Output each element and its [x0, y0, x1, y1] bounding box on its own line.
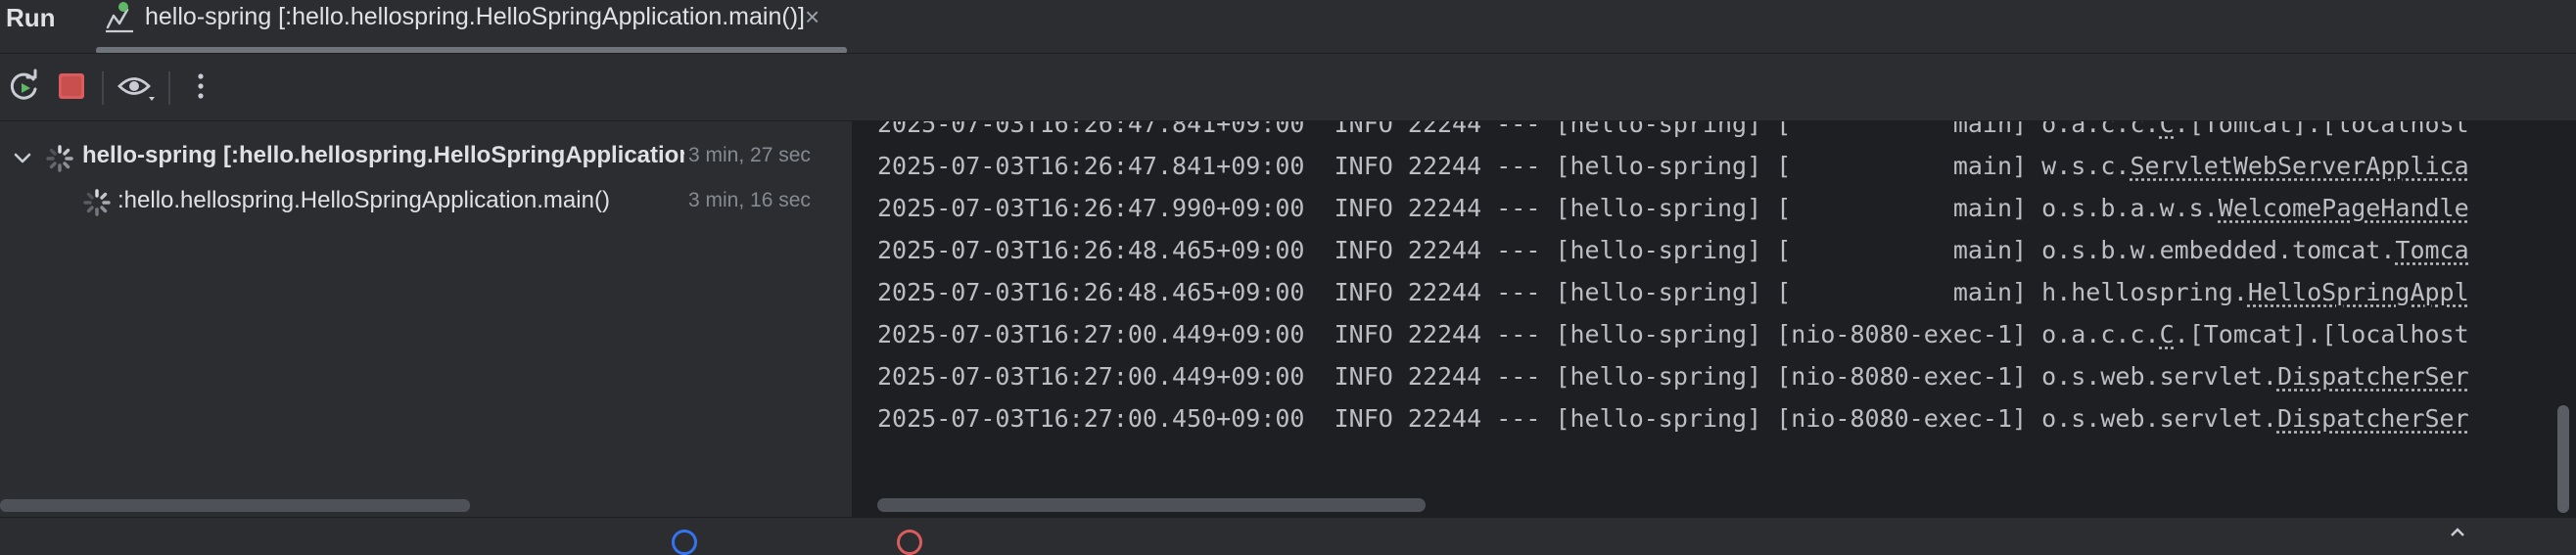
error-icon[interactable]: [897, 530, 922, 555]
log-line: 2025-07-03T16:26:48.465+09:00 INFO 22244…: [877, 278, 2469, 306]
console-output[interactable]: 2025-07-03T16:26:47.841+09:00 INFO 22244…: [854, 121, 2576, 517]
logger-link[interactable]: Tomca: [2395, 236, 2468, 264]
rerun-icon[interactable]: [6, 68, 43, 105]
logger-link[interactable]: C: [2160, 121, 2175, 138]
logger-link[interactable]: C: [2160, 320, 2175, 348]
log-line: 2025-07-03T16:26:47.990+09:00 INFO 22244…: [877, 194, 2469, 222]
tool-window-header: Run hello-spring [:hello.hellospring.Hel…: [0, 0, 2576, 54]
log-line: 2025-07-03T16:27:00.449+09:00 INFO 22244…: [877, 362, 2469, 391]
logger-link[interactable]: DispatcherSer: [2277, 362, 2469, 391]
log-line: 2025-07-03T16:26:47.841+09:00 INFO 22244…: [877, 121, 2469, 138]
log-line: 2025-07-03T16:26:48.465+09:00 INFO 22244…: [877, 236, 2469, 264]
run-toolbar: [0, 54, 2576, 120]
tree-item-label: hello-spring [:hello.hellospring.HelloSp…: [82, 142, 684, 168]
toolbar-separator: [102, 71, 104, 105]
more-vertical-icon[interactable]: [182, 68, 219, 105]
chevron-down-icon[interactable]: [12, 147, 33, 168]
tree-item-hello-spring[interactable]: hello-spring [:hello.hellospring.HelloSp…: [0, 137, 852, 180]
log-line: 2025-07-03T16:27:00.449+09:00 INFO 22244…: [877, 320, 2469, 348]
spinner-icon: [45, 144, 74, 173]
horizontal-scrollbar[interactable]: [0, 499, 470, 512]
eye-icon[interactable]: [116, 68, 161, 105]
stop-icon[interactable]: [53, 68, 90, 105]
spinner-icon: [82, 188, 112, 217]
tree-item-main[interactable]: :hello.hellospring.HelloSpringApplicatio…: [0, 182, 852, 225]
logger-link[interactable]: ServletWebServerApplica: [2130, 152, 2468, 180]
logger-link[interactable]: WelcomePageHandle: [2219, 194, 2469, 222]
tree-item-duration: 3 min, 27 sec: [688, 144, 811, 166]
run-panel-title: Run: [6, 3, 56, 32]
chevron-up-icon[interactable]: [2448, 522, 2467, 541]
tree-item-label: :hello.hellospring.HelloSpringApplicatio…: [117, 187, 610, 213]
status-bar: [0, 517, 2576, 555]
vertical-scrollbar[interactable]: [2557, 405, 2569, 513]
log-line: 2025-07-03T16:27:00.450+09:00 INFO 22244…: [877, 404, 2469, 433]
horizontal-scrollbar[interactable]: [877, 498, 1426, 512]
logger-link[interactable]: DispatcherSer: [2277, 404, 2469, 433]
run-config-icon: [104, 2, 139, 35]
tab-label: hello-spring [:hello.hellospring.HelloSp…: [145, 3, 805, 30]
tab-hello-spring[interactable]: hello-spring [:hello.hellospring.HelloSp…: [96, 0, 847, 54]
close-icon[interactable]: ×: [805, 2, 820, 32]
tree-item-duration: 3 min, 16 sec: [688, 189, 811, 211]
run-tree: hello-spring [:hello.hellospring.HelloSp…: [0, 121, 852, 517]
log-line: 2025-07-03T16:26:47.841+09:00 INFO 22244…: [877, 152, 2469, 180]
toolbar-separator: [168, 71, 170, 105]
logger-link[interactable]: HelloSpringAppl: [2248, 278, 2469, 306]
info-icon[interactable]: [672, 530, 697, 555]
